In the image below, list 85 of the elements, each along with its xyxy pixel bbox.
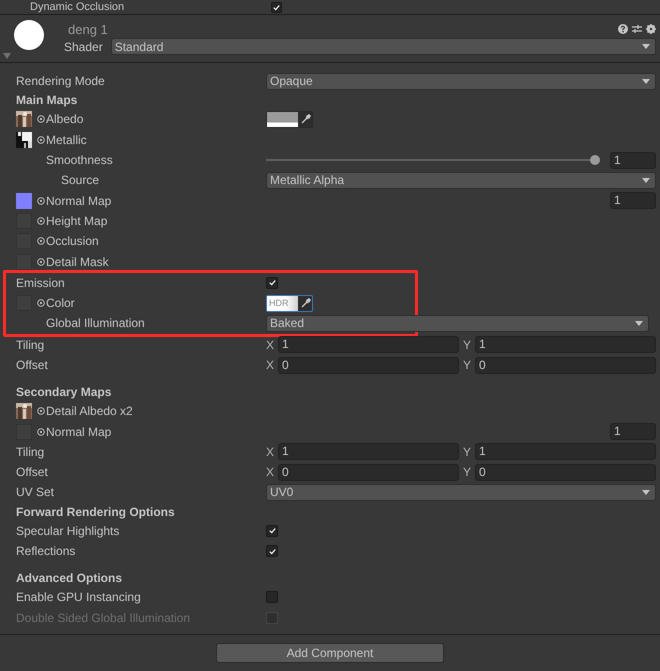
check-icon [268,546,276,556]
object-picker-icon[interactable] [37,428,45,436]
texture-slot[interactable] [16,192,32,209]
number-field[interactable]: 1 [475,336,656,354]
shader-dropdown[interactable]: Standard [110,38,656,55]
property-label: Tiling [16,444,44,459]
checkbox[interactable] [271,2,282,12]
property-label: Emission [16,276,65,290]
property-label: Smoothness [46,153,113,168]
caret-icon [642,78,650,84]
number-field[interactable]: 1 [610,192,656,210]
material-preview [14,20,44,50]
property-label: Global Illumination [46,316,145,330]
axis-label: X [266,338,274,352]
eyedropper-icon[interactable] [301,298,311,308]
dropdown[interactable]: Baked [266,314,649,332]
axis-label: X [266,465,274,480]
property-label: Enable GPU Instancing [16,590,141,604]
section-heading: Advanced Options [15,571,122,586]
number-field[interactable]: 0 [278,464,459,481]
property-label: Rendering Mode [16,74,105,88]
caret-icon [642,178,650,183]
object-picker-icon[interactable] [37,196,45,205]
number-field[interactable]: 0 [475,464,656,481]
add-component-button[interactable]: Add Component [216,642,444,663]
section-heading: Secondary Maps [15,385,112,400]
property-label: Normal Map [46,424,112,439]
object-picker-icon[interactable] [37,258,45,266]
property-label: Metallic [46,132,87,147]
property-label: UV Set [16,485,54,500]
check-icon [272,2,281,12]
sliders-icon[interactable] [632,24,642,34]
object-picker-icon[interactable] [37,237,45,246]
settings-icon[interactable] [646,24,656,34]
check-icon [268,526,276,536]
property-label: Dynamic Occlusion [29,1,124,13]
axis-label: X [266,444,274,459]
material-name: deng 1 [68,22,108,36]
eyedropper-icon[interactable] [301,114,311,124]
object-picker-icon[interactable] [37,216,45,225]
number-field[interactable]: 0 [278,356,459,374]
section-heading: Forward Rendering Options [15,504,175,519]
number-field[interactable]: 1 [278,443,459,460]
number-field[interactable]: 1 [610,152,656,169]
checkbox[interactable] [266,591,278,604]
dropdown[interactable]: Opaque [266,72,656,90]
object-picker-icon[interactable] [37,299,45,308]
dropdown[interactable]: Metallic Alpha [266,172,656,189]
shader-label: Shader [64,40,103,54]
checkbox[interactable] [266,545,278,558]
property-label: Occlusion [46,234,99,248]
axis-label: Y [463,465,471,480]
property-label: Color [46,296,75,310]
property-label: Albedo [46,112,84,126]
section-heading: Main Maps [15,93,78,108]
checkbox[interactable] [266,276,278,289]
object-picker-icon[interactable] [37,136,45,144]
caret-icon [642,44,650,49]
property-label: Normal Map [46,194,112,208]
number-field[interactable]: 1 [610,423,656,440]
axis-label: Y [463,338,471,352]
number-field[interactable]: 0 [475,356,656,374]
checkbox[interactable] [266,524,278,537]
property-label: Offset [16,358,48,372]
caret-icon [635,320,643,326]
property-label: Tiling [16,338,44,352]
property-label: Source [61,173,100,188]
property-label: Offset [16,465,48,480]
property-label: Detail Mask [46,254,109,269]
object-picker-icon[interactable] [37,407,45,416]
number-field[interactable]: 1 [278,336,459,354]
property-label: Reflections [16,544,76,558]
property-label: Detail Albedo x2 [46,404,133,418]
property-label: Specular Highlights [16,524,120,538]
dropdown[interactable]: UV0 [266,484,656,501]
object-picker-icon[interactable] [37,115,45,124]
color-field[interactable] [266,110,313,128]
help-icon[interactable] [618,24,628,34]
check-icon [268,278,276,288]
number-field[interactable]: 1 [475,443,656,460]
property-label: Height Map [46,214,108,228]
axis-label: Y [463,444,471,459]
axis-label: Y [463,358,471,372]
axis-label: X [266,358,274,372]
caret-icon [642,490,650,495]
